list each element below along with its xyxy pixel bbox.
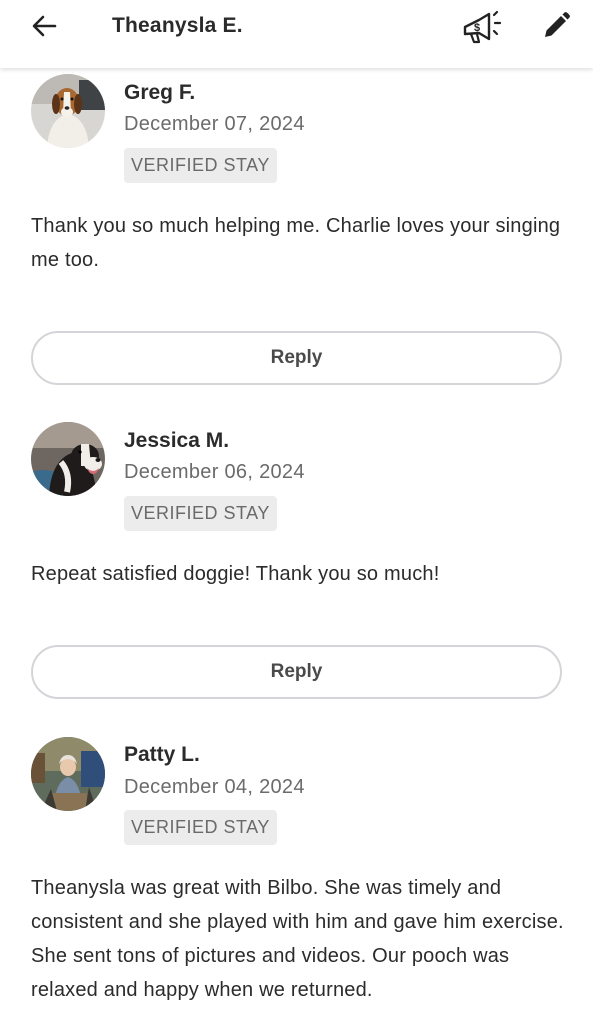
reviewer-avatar [31,74,105,148]
reviewer-name: Greg F. [124,81,196,104]
review-date: December 04, 2024 [124,776,305,798]
back-button[interactable] [26,8,62,44]
review-text: Thank you so much helping me. Charlie lo… [31,215,561,271]
review-text: Repeat satisfied doggie! Thank you so mu… [31,563,440,585]
review-date: December 06, 2024 [124,461,305,483]
megaphone-dollar-icon: $ [463,10,502,44]
promote-button[interactable]: $ [460,6,504,46]
pencil-icon [545,12,570,37]
edit-button[interactable] [536,6,576,46]
reviewer-avatar [31,422,105,496]
verified-stay-badge: VERIFIED STAY [124,148,277,183]
reviewer-avatar [31,737,105,811]
verified-stay-badge: VERIFIED STAY [124,496,277,531]
reviewer-name: Patty L. [124,743,200,766]
reviewer-name: Jessica M. [124,429,230,452]
reply-button[interactable]: Reply [31,331,562,385]
page-title: Theanysla E. [112,14,243,37]
top-app-bar: Theanysla E. $ [0,0,593,68]
svg-text:$: $ [474,22,480,34]
review-text: Theanysla was great with Bilbo. She was … [31,877,564,1001]
review-date: December 07, 2024 [124,113,305,135]
arrow-left-icon [32,15,57,37]
verified-stay-badge: VERIFIED STAY [124,810,277,845]
reply-button[interactable]: Reply [31,645,562,699]
